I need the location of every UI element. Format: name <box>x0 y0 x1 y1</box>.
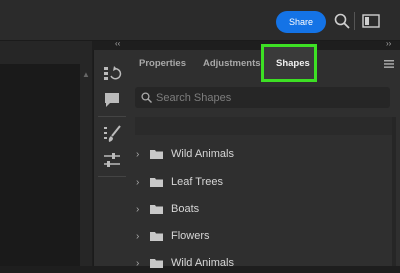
chevron-right-icon[interactable]: › <box>136 177 146 188</box>
tool-divider <box>98 176 126 177</box>
search-shapes-input[interactable] <box>156 87 376 108</box>
shape-group-label: Wild Animals <box>171 148 234 160</box>
shape-group-item[interactable]: › Wild Animals <box>136 144 391 164</box>
tab-shapes[interactable]: Shapes <box>276 58 310 69</box>
shape-group-label: Boats <box>171 203 200 215</box>
search-icon <box>141 92 152 103</box>
toolbar-divider <box>354 12 355 30</box>
shape-list-header <box>135 117 395 135</box>
tab-adjustments[interactable]: Adjustments <box>203 58 261 69</box>
shapes-panel: Properties Adjustments Shapes › Wild Ani… <box>130 44 400 269</box>
folder-icon <box>150 232 163 241</box>
folder-icon <box>150 178 163 187</box>
panel-tabs: Properties Adjustments Shapes <box>130 44 400 82</box>
chevron-right-icon[interactable]: › <box>136 258 146 269</box>
shape-group-label: Wild Animals <box>171 257 234 269</box>
collapse-right-icon[interactable]: ›› <box>386 39 391 48</box>
chevron-right-icon[interactable]: › <box>136 204 146 215</box>
shape-list-scrollbar[interactable] <box>392 117 396 266</box>
comment-icon[interactable] <box>102 90 122 110</box>
canvas-area[interactable] <box>0 64 80 266</box>
shape-group-label: Flowers <box>171 230 210 242</box>
shape-group-item[interactable]: › Flowers <box>136 226 391 246</box>
history-icon[interactable] <box>102 64 122 84</box>
shape-group-item[interactable]: › Boats <box>136 199 391 219</box>
chevron-right-icon[interactable]: › <box>136 231 146 242</box>
search-box[interactable] <box>135 87 390 108</box>
shape-group-item[interactable]: › Leaf Trees <box>136 172 391 192</box>
panel-menu-icon[interactable] <box>384 59 394 69</box>
top-bar: Share <box>0 0 400 41</box>
panel-layout-icon[interactable] <box>362 13 380 29</box>
caret-up-icon[interactable]: ▲ <box>82 70 90 79</box>
shape-group-item[interactable]: › Wild Animals <box>136 253 391 273</box>
collapse-left-icon[interactable]: ‹‹ <box>115 39 120 48</box>
brush-presets-icon[interactable] <box>102 124 122 144</box>
search-icon[interactable] <box>334 13 350 29</box>
canvas-tab-strip <box>0 41 92 64</box>
folder-icon <box>150 259 163 268</box>
tab-properties[interactable]: Properties <box>139 58 186 69</box>
canvas-scroll-track[interactable] <box>80 64 92 266</box>
shape-group-label: Leaf Trees <box>171 176 223 188</box>
tool-divider <box>98 116 126 117</box>
share-button[interactable]: Share <box>276 11 326 33</box>
folder-icon <box>150 205 163 214</box>
adjustment-sliders-icon[interactable] <box>102 150 122 170</box>
panel-tool-strip <box>93 50 131 266</box>
folder-icon <box>150 150 163 159</box>
chevron-right-icon[interactable]: › <box>136 149 146 160</box>
